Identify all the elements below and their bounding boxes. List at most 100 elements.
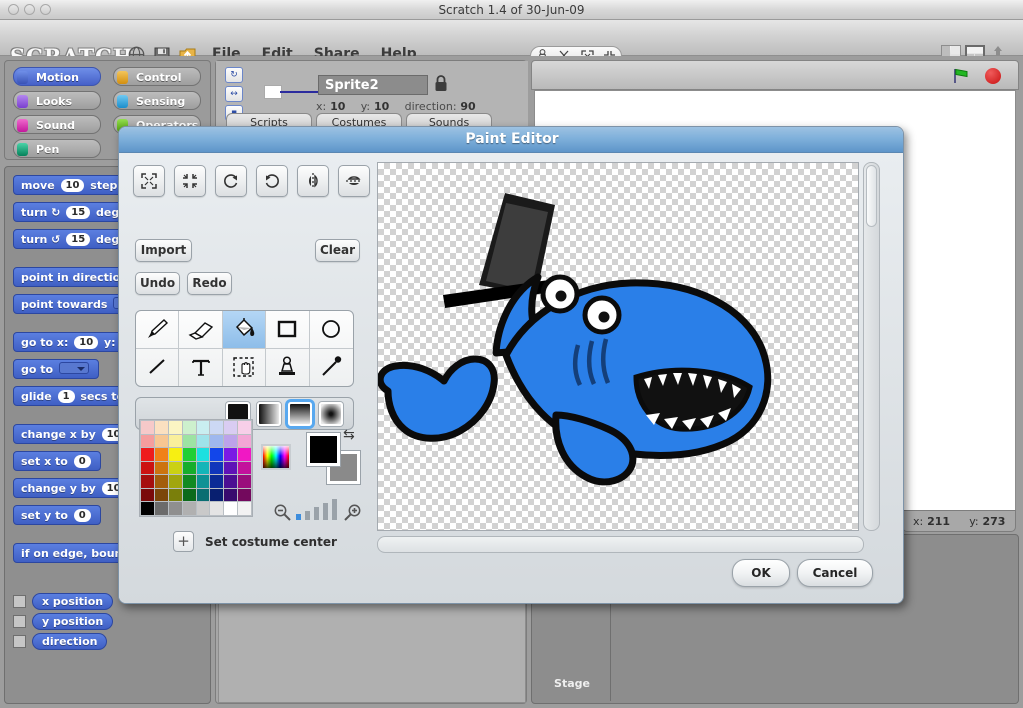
color-swatch-23[interactable] bbox=[238, 448, 251, 461]
paintbrush-tool[interactable] bbox=[136, 311, 180, 349]
color-swatch-31[interactable] bbox=[238, 461, 251, 475]
ok-button[interactable]: OK bbox=[732, 559, 790, 587]
stop-button[interactable] bbox=[985, 68, 1001, 84]
import-button[interactable]: Import bbox=[135, 239, 192, 262]
green-flag-icon[interactable] bbox=[952, 67, 970, 85]
color-swatch-14[interactable] bbox=[224, 434, 238, 448]
horizontal-gradient-fill-swatch[interactable] bbox=[257, 401, 281, 426]
zoom-level-4[interactable] bbox=[323, 503, 328, 520]
shrink-button[interactable] bbox=[174, 165, 206, 197]
color-swatch-0[interactable] bbox=[141, 421, 154, 434]
color-swatch-16[interactable] bbox=[141, 448, 154, 461]
color-swatch-40[interactable] bbox=[141, 488, 154, 502]
color-palette[interactable] bbox=[139, 419, 253, 517]
color-swatch-24[interactable] bbox=[141, 461, 154, 475]
color-swatch-55[interactable] bbox=[238, 502, 251, 515]
color-swatch-9[interactable] bbox=[154, 434, 168, 448]
y-position-checkbox[interactable] bbox=[13, 615, 26, 628]
color-swatch-54[interactable] bbox=[224, 502, 238, 515]
grow-button[interactable] bbox=[133, 165, 165, 197]
color-swatch-43[interactable] bbox=[182, 488, 196, 502]
color-swatch-17[interactable] bbox=[154, 448, 168, 461]
color-swatch-50[interactable] bbox=[168, 502, 182, 515]
rotate-freely-button[interactable]: ↻ bbox=[225, 67, 243, 83]
vertical-gradient-fill-swatch[interactable] bbox=[288, 401, 312, 426]
reporter-direction[interactable]: direction bbox=[32, 633, 108, 650]
set-costume-center-row[interactable]: + Set costume center bbox=[173, 531, 337, 552]
color-swatch-11[interactable] bbox=[182, 434, 196, 448]
paint-canvas[interactable] bbox=[377, 162, 859, 531]
color-swatch-28[interactable] bbox=[196, 461, 210, 475]
costume-center-icon[interactable]: + bbox=[173, 531, 194, 552]
color-swatch-13[interactable] bbox=[210, 434, 224, 448]
swap-colors-icon[interactable]: ⇆ bbox=[343, 427, 355, 443]
zoom-level-1[interactable] bbox=[296, 514, 301, 520]
color-swatch-36[interactable] bbox=[196, 475, 210, 488]
category-sound[interactable]: Sound bbox=[13, 115, 101, 134]
rotate-counterclockwise-button[interactable] bbox=[256, 165, 288, 197]
eyedropper-tool[interactable] bbox=[310, 349, 353, 387]
eraser-tool[interactable] bbox=[179, 311, 223, 349]
zoom-level-2[interactable] bbox=[305, 511, 310, 520]
color-swatch-38[interactable] bbox=[224, 475, 238, 488]
rotate-clockwise-button[interactable] bbox=[215, 165, 247, 197]
color-swatch-46[interactable] bbox=[224, 488, 238, 502]
color-swatch-1[interactable] bbox=[154, 421, 168, 434]
color-swatch-26[interactable] bbox=[168, 461, 182, 475]
block-go-to-xy[interactable]: go to x: 10 y: 1 bbox=[13, 332, 136, 352]
block-move-steps[interactable]: move 10 steps bbox=[13, 175, 132, 195]
color-swatch-32[interactable] bbox=[141, 475, 154, 488]
ellipse-tool[interactable] bbox=[309, 311, 353, 349]
color-swatch-47[interactable] bbox=[238, 488, 251, 502]
color-swatch-51[interactable] bbox=[182, 502, 196, 515]
color-swatch-49[interactable] bbox=[154, 502, 168, 515]
color-swatch-30[interactable] bbox=[224, 461, 238, 475]
flip-vertical-button[interactable] bbox=[338, 165, 370, 197]
zoom-level-3[interactable] bbox=[314, 507, 319, 520]
color-swatch-52[interactable] bbox=[196, 502, 210, 515]
color-swatch-29[interactable] bbox=[210, 461, 224, 475]
select-tool[interactable] bbox=[223, 348, 267, 386]
zoom-in-icon[interactable] bbox=[343, 503, 362, 522]
category-control[interactable]: Control bbox=[113, 67, 201, 86]
color-swatch-33[interactable] bbox=[154, 475, 168, 488]
line-tool[interactable] bbox=[136, 348, 180, 386]
color-swatch-22[interactable] bbox=[224, 448, 238, 461]
category-looks[interactable]: Looks bbox=[13, 91, 101, 110]
block-set-x-to[interactable]: set x to 0 bbox=[13, 451, 101, 471]
zoom-out-icon[interactable] bbox=[273, 503, 292, 522]
direction-checkbox[interactable] bbox=[13, 635, 26, 648]
color-swatch-20[interactable] bbox=[196, 448, 210, 461]
color-swatch-8[interactable] bbox=[141, 434, 154, 448]
category-motion[interactable]: Motion bbox=[13, 67, 101, 86]
color-swatch-37[interactable] bbox=[210, 475, 224, 488]
block-set-y-to[interactable]: set y to 0 bbox=[13, 505, 101, 525]
left-right-flip-button[interactable]: ↔ bbox=[225, 86, 243, 102]
color-swatch-35[interactable] bbox=[182, 475, 196, 488]
color-swatch-41[interactable] bbox=[154, 488, 168, 502]
canvas-vertical-scrollbar[interactable] bbox=[863, 162, 880, 531]
canvas-horizontal-scrollbar[interactable] bbox=[377, 536, 864, 553]
block-go-to[interactable]: go to bbox=[13, 359, 99, 379]
color-swatch-19[interactable] bbox=[182, 448, 196, 461]
clear-button[interactable]: Clear bbox=[315, 239, 360, 262]
text-tool[interactable] bbox=[179, 348, 223, 386]
undo-button[interactable]: Undo bbox=[135, 272, 180, 295]
lock-icon[interactable] bbox=[434, 75, 448, 92]
rectangle-tool[interactable] bbox=[266, 311, 310, 349]
zoom-level-5[interactable] bbox=[332, 499, 337, 520]
rainbow-color-picker[interactable] bbox=[261, 444, 291, 470]
color-swatch-18[interactable] bbox=[168, 448, 182, 461]
color-swatch-2[interactable] bbox=[168, 421, 182, 434]
color-swatch-44[interactable] bbox=[196, 488, 210, 502]
color-swatch-10[interactable] bbox=[168, 434, 182, 448]
reporter-x-position[interactable]: x position bbox=[32, 593, 114, 610]
category-sensing[interactable]: Sensing bbox=[113, 91, 201, 110]
color-swatch-45[interactable] bbox=[210, 488, 224, 502]
color-swatch-34[interactable] bbox=[168, 475, 182, 488]
x-position-checkbox[interactable] bbox=[13, 595, 26, 608]
color-swatch-3[interactable] bbox=[182, 421, 196, 434]
radial-gradient-fill-swatch[interactable] bbox=[319, 401, 343, 426]
color-swatch-39[interactable] bbox=[238, 475, 251, 488]
color-swatch-4[interactable] bbox=[196, 421, 210, 434]
